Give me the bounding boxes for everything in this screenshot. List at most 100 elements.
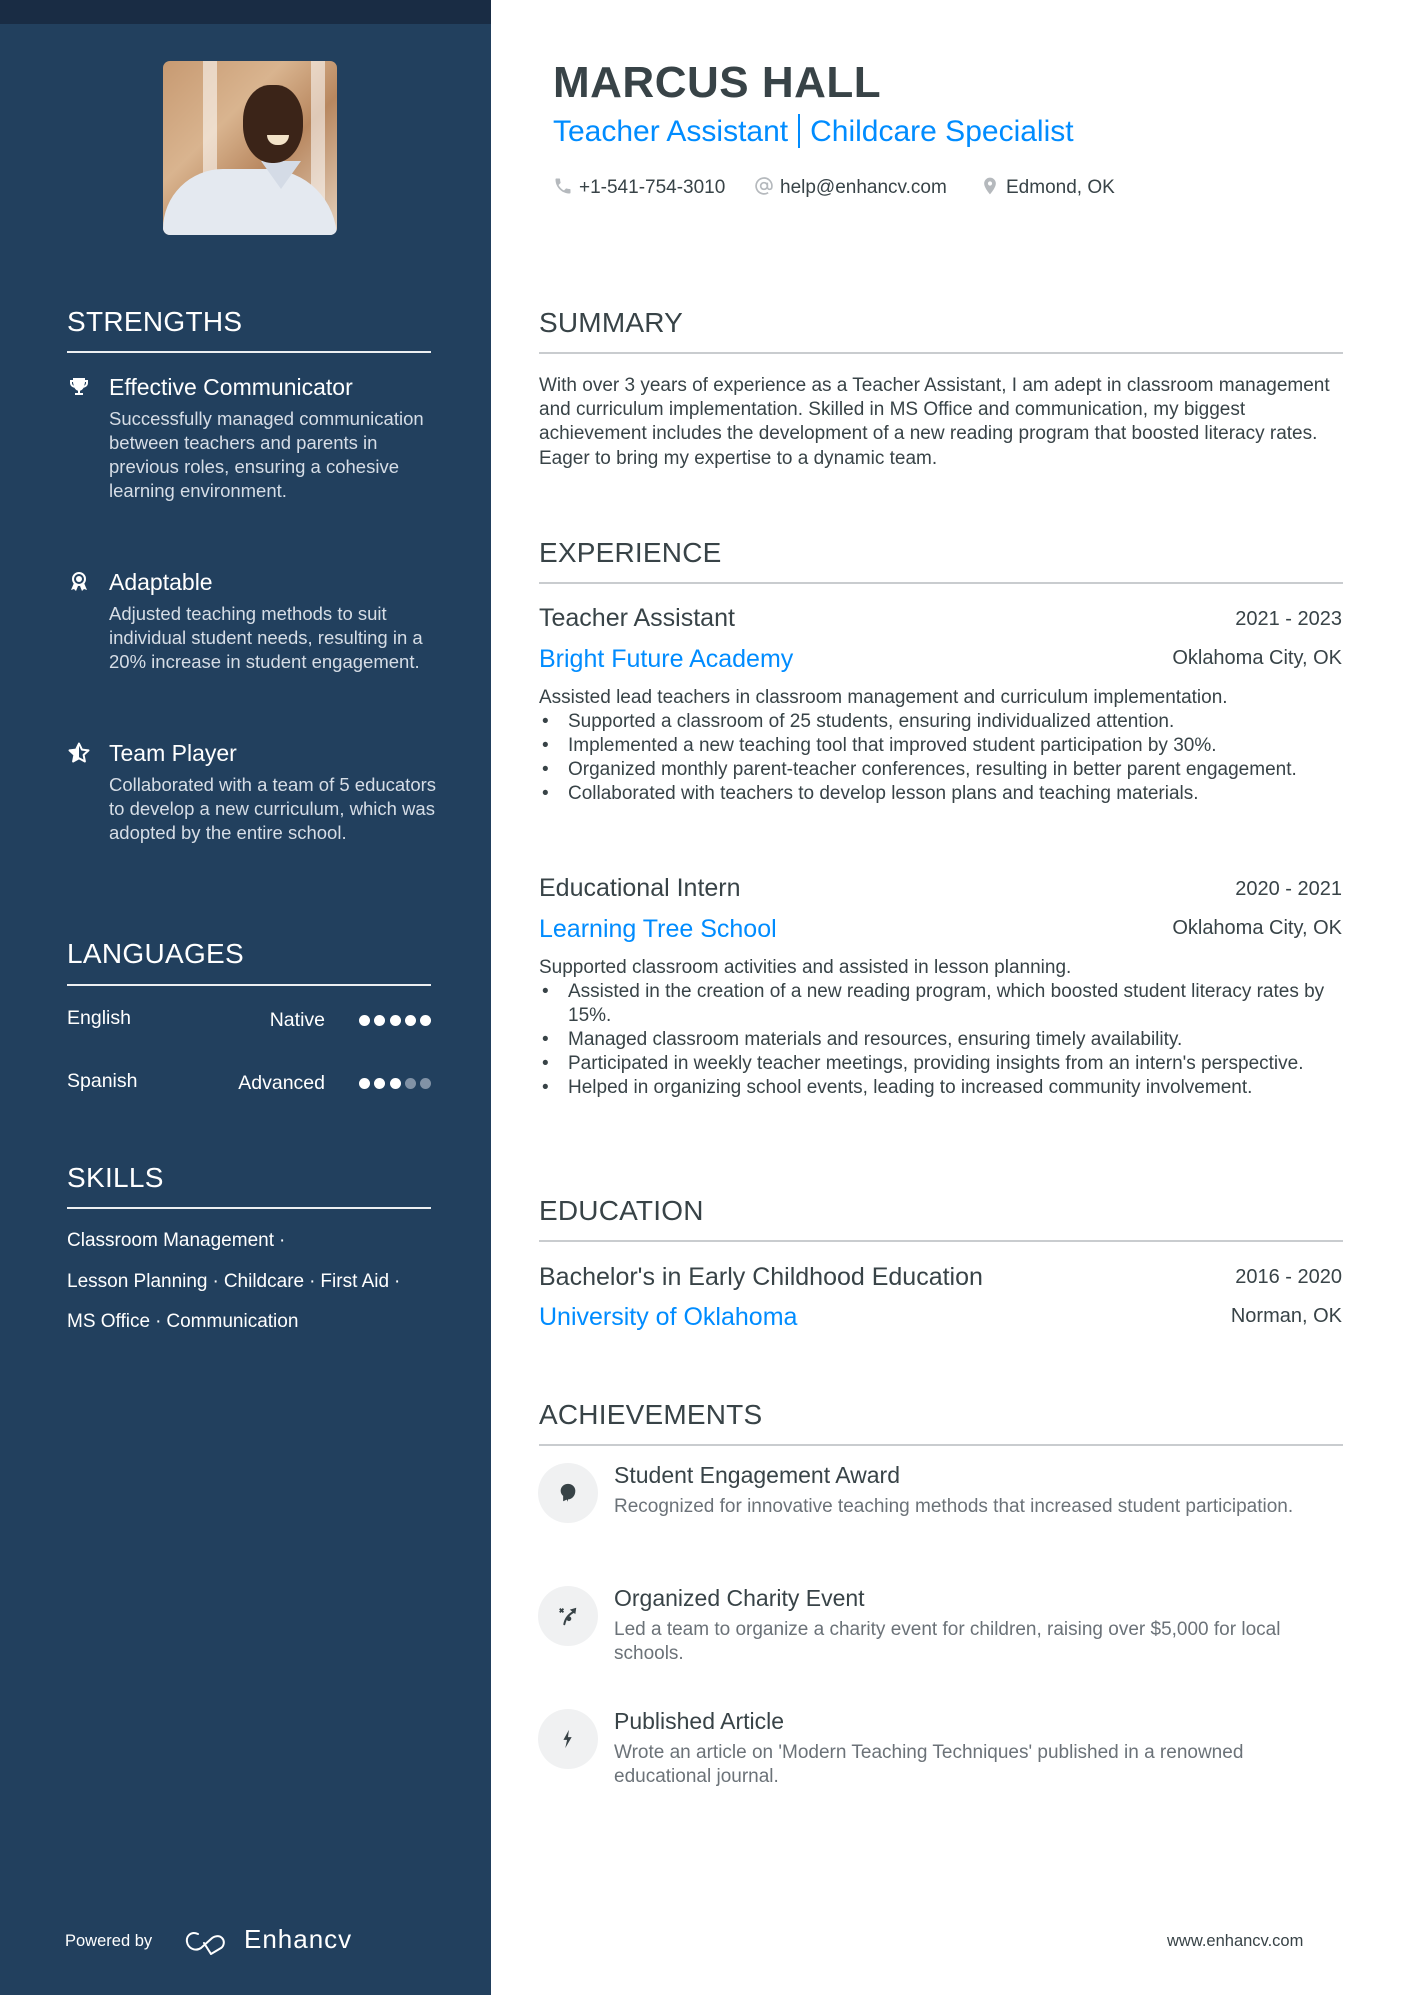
powered-by-label: Powered by [65,1932,153,1950]
title-primary: Teacher Assistant [553,115,789,148]
language-item: Spanish Advanced [67,1066,431,1096]
job-bullet: Collaborated with teachers to develop le… [539,782,1344,806]
achievement-description: Wrote an article on 'Modern Teaching Tec… [614,1742,1244,1787]
rating-dot-filled [389,1014,401,1026]
experience-divider [539,582,1343,584]
skills-heading: SKILLS [67,1162,164,1193]
summary-text: With over 3 years of experience as a Tea… [539,375,1330,469]
strength-description: Collaborated with a team of 5 educators … [109,774,437,843]
education-heading: EDUCATION [539,1195,704,1226]
job-bullets: Supported a classroom of 25 students, en… [539,710,1344,806]
language-level: Native [269,1009,325,1031]
skills-line: Lesson Planning · Childcare · First Aid · [67,1268,437,1309]
photo-head [243,85,303,163]
rating-dot-filled [374,1014,386,1026]
language-item: English Native [67,1003,431,1033]
achievement-icon-badge [538,1586,598,1646]
achievement-icon-badge [538,1463,598,1523]
medal-icon [71,572,87,591]
rating-dot-filled [420,1014,431,1026]
job-bullets: Assisted in the creation of a new readin… [539,980,1344,1100]
job-description: Supported classroom activities and assis… [539,957,1072,978]
job-bullet: Helped in organizing school events, lead… [539,1076,1344,1100]
skill-item: Lesson Planning [67,1270,208,1292]
head-lightbulb-icon [560,1483,576,1502]
skills-line: MS Office · Communication [67,1308,437,1349]
at-sign-icon [755,177,773,195]
phone-text: +1-541-754-3010 [579,177,726,198]
job-dates: 2020 - 2021 [1235,878,1342,900]
rating-dot-filled [404,1014,416,1026]
languages-divider [67,984,431,986]
achievements-heading: ACHIEVEMENTS [539,1399,763,1430]
title-secondary: Childcare Specialist [810,115,1074,148]
job-description: Assisted lead teachers in classroom mana… [539,687,1228,708]
location-text: Edmond, OK [1006,177,1115,198]
contact-location: Edmond, OK [980,174,1115,202]
job-location: Oklahoma City, OK [1172,917,1342,939]
candidate-name: MARCUS HALL [553,58,882,107]
education-divider [539,1240,1343,1242]
job-bullet: Supported a classroom of 25 students, en… [539,710,1344,734]
job-title: Teacher Assistant [539,604,735,632]
skill-item: Communication [166,1311,299,1332]
achievement-title: Student Engagement Award [614,1462,901,1488]
language-rating [359,1076,431,1090]
skill-item: MS Office [67,1311,151,1332]
skills-line: Classroom Management · [67,1227,437,1268]
languages-heading: LANGUAGES [67,938,244,969]
rating-dot-filled [359,1014,370,1026]
school-name[interactable]: University of Oklahoma [539,1302,797,1332]
language-level: Advanced [238,1072,325,1094]
profile-photo [163,61,337,235]
achievement-icon-badge [538,1709,598,1769]
strategy-arrow-icon [559,1607,577,1626]
sidebar-top-band [0,0,491,24]
rating-dot-filled [374,1077,386,1089]
summary-heading: SUMMARY [539,307,684,338]
language-rating [359,1013,431,1027]
candidate-title: Teacher Assistant Childcare Specialist [553,114,1074,149]
strength-description: Adjusted teaching methods to suit indivi… [109,603,423,672]
rating-dot-filled [359,1077,370,1089]
skill-item: First Aid [320,1270,390,1292]
enhancv-logo-icon[interactable] [184,1929,230,1955]
job-bullet: Assisted in the creation of a new readin… [539,980,1344,1028]
strengths-divider [67,351,431,353]
experience-heading: EXPERIENCE [539,537,722,568]
strength-title: Adaptable [109,569,213,595]
lightning-bolt-icon [563,1729,572,1749]
contact-phone[interactable]: +1-541-754-3010 [553,174,725,202]
skill-separator: · [212,1270,219,1292]
education-location: Norman, OK [1230,1305,1342,1327]
strength-title: Team Player [109,740,237,766]
skill-separator: · [394,1270,401,1292]
job-bullet: Participated in weekly teacher meetings,… [539,1052,1344,1076]
skill-item: Childcare [223,1270,305,1292]
skill-item: Classroom Management [67,1230,274,1251]
language-name: Spanish [67,1070,138,1092]
star-icon [68,742,90,763]
website-link[interactable]: www.enhancv.com [1167,1930,1303,1952]
skill-separator: · [309,1270,316,1292]
achievement-description: Recognized for innovative teaching metho… [614,1496,1294,1517]
skill-separator: · [155,1311,162,1332]
title-divider [798,114,801,148]
strength-description: Successfully managed communication betwe… [109,408,424,501]
trophy-icon [70,378,88,395]
sidebar: STRENGTHS Effective Communicator Success… [0,0,491,1995]
rating-dot-filled [389,1077,401,1089]
company-name[interactable]: Bright Future Academy [539,644,793,674]
language-name: English [67,1007,131,1029]
company-name[interactable]: Learning Tree School [539,914,777,944]
rating-dot-empty [420,1077,431,1089]
education-dates: 2016 - 2020 [1235,1266,1342,1288]
skills-divider [67,1207,431,1209]
rating-dot-empty [404,1077,416,1089]
achievement-description: Led a team to organize a charity event f… [614,1619,1281,1664]
job-bullet: Managed classroom materials and resource… [539,1028,1344,1052]
contact-email[interactable]: help@enhancv.com [754,174,947,202]
enhancv-logo-text[interactable]: Enhancv [244,1924,352,1954]
job-location: Oklahoma City, OK [1172,647,1342,669]
location-pin-icon [984,177,996,195]
